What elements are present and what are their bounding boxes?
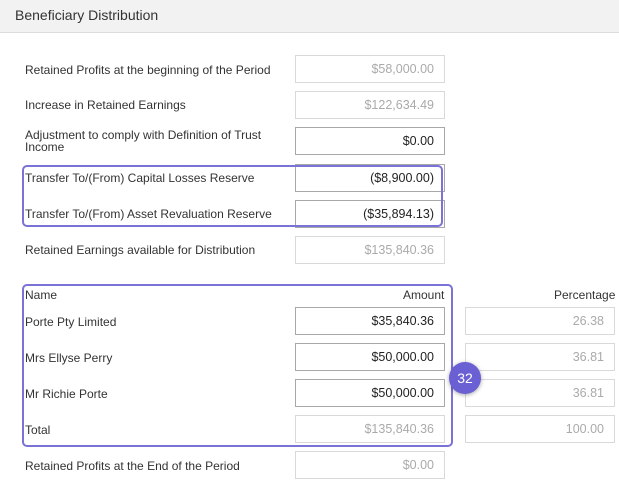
- retained-end-label: Retained Profits at the End of the Perio…: [25, 459, 240, 473]
- column-header-name: Name: [25, 288, 58, 302]
- total-amount-field: $135,840.36: [295, 415, 445, 443]
- capital-losses-label: Transfer To/(From) Capital Losses Reserv…: [25, 171, 255, 185]
- retained-end-field: $0.00: [295, 451, 445, 479]
- beneficiary-amount-input[interactable]: $35,840.36: [295, 307, 445, 335]
- beneficiary-percentage-field: 26.38: [465, 307, 615, 335]
- available-label: Retained Earnings available for Distribu…: [25, 243, 256, 257]
- beneficiary-amount-input[interactable]: $50,000.00: [295, 379, 445, 407]
- beneficiary-name: Mr Richie Porte: [25, 387, 108, 401]
- total-label: Total: [25, 423, 51, 437]
- beneficiary-amount-input[interactable]: $50,000.00: [295, 343, 445, 371]
- beneficiary-percentage-field: 36.81: [465, 379, 615, 407]
- beneficiary-name: Porte Pty Limited: [25, 315, 117, 329]
- panel-header: Beneficiary Distribution: [0, 0, 619, 33]
- column-header-amount: Amount: [403, 288, 445, 302]
- beneficiary-percentage-field: 36.81: [465, 343, 615, 371]
- capital-losses-input[interactable]: ($8,900.00): [295, 164, 445, 192]
- increase-label: Increase in Retained Earnings: [25, 98, 186, 112]
- retained-begin-field: $58,000.00: [295, 55, 445, 83]
- asset-revaluation-label: Transfer To/(From) Asset Revaluation Res…: [25, 207, 272, 221]
- adjustment-input[interactable]: $0.00: [295, 127, 445, 155]
- increase-field: $122,634.49: [295, 91, 445, 119]
- total-percentage-field: 100.00: [465, 415, 615, 443]
- annotation-badge: 32: [449, 362, 481, 394]
- beneficiary-name: Mrs Ellyse Perry: [25, 351, 113, 365]
- available-field: $135,840.36: [295, 236, 445, 264]
- adjustment-label-line2: Income: [25, 140, 65, 154]
- retained-begin-label: Retained Profits at the beginning of the…: [25, 63, 271, 77]
- asset-revaluation-input[interactable]: ($35,894.13): [295, 200, 445, 228]
- column-header-percentage: Percentage: [554, 288, 616, 302]
- panel-title: Beneficiary Distribution: [15, 7, 159, 23]
